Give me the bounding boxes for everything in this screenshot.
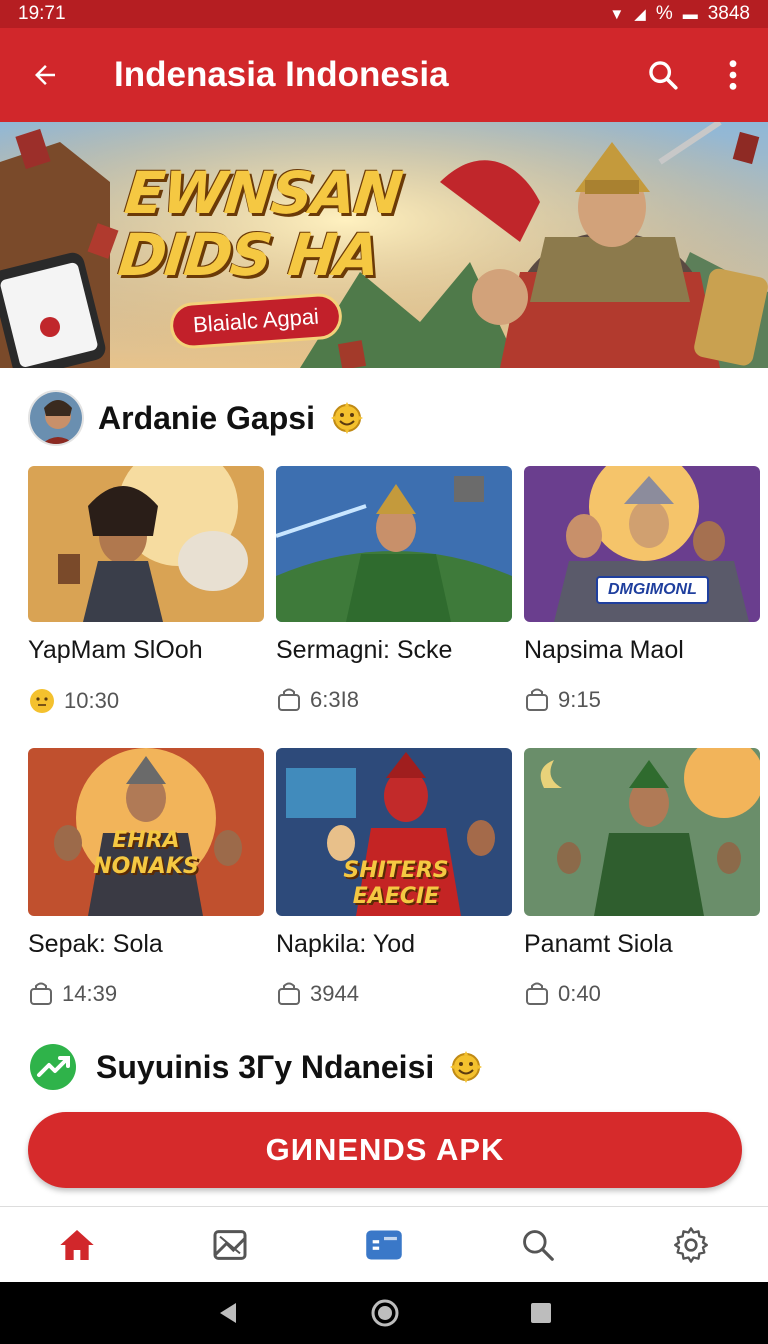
status-bar: 19:71 ▼ ◢ % ▬ 3848 — [0, 0, 768, 28]
home-icon — [60, 1229, 94, 1260]
card-row-2: EHRA NONAKS Sepak: Sola 14:39 SHITERS EA… — [28, 748, 760, 1007]
card-thumbnail — [276, 466, 512, 622]
bag-icon — [278, 982, 300, 1005]
emoji-icon — [30, 689, 54, 713]
status-icons: ▼ ◢ % ▬ 3848 — [609, 3, 750, 25]
card-title: Sepak: Sola — [28, 930, 163, 958]
hero-banner[interactable]: EWNSAN DIDS HA Blaialc Agpai — [0, 122, 768, 368]
bag-icon — [30, 982, 52, 1005]
status-time: 19:71 — [18, 3, 66, 24]
app-bar: Indenasia Indonesia — [0, 28, 768, 122]
banner-headline-line1: EWNSAN — [121, 159, 405, 227]
nav-media[interactable] — [344, 1215, 424, 1275]
search-icon — [522, 1229, 554, 1261]
battery-percent: % — [655, 3, 673, 24]
back-button[interactable] — [0, 28, 90, 122]
card-meta: 0:40 — [524, 981, 760, 1007]
card-meta-value: 0:40 — [558, 981, 601, 1006]
home-circle-icon[interactable] — [371, 1299, 399, 1327]
recents-square-icon[interactable] — [530, 1302, 552, 1324]
section-title-1: Ardanie Gapsi — [98, 399, 315, 436]
game-card[interactable]: SHITERS EAECIE Napkila: Yod 3944 — [276, 748, 512, 1007]
page-title: Indenasia Indonesia — [114, 55, 449, 94]
nav-settings[interactable] — [651, 1215, 731, 1275]
media-icon — [366, 1229, 402, 1260]
section-header-2: Suyuinis 3Гy Ndaneisi — [28, 1042, 484, 1092]
card-title: Napkila: Yod — [276, 930, 416, 958]
settings-icon — [674, 1226, 709, 1263]
nav-search[interactable] — [498, 1215, 578, 1275]
system-navigation — [0, 1282, 768, 1344]
card-overlay-text: SHITERS EAECIE — [343, 858, 449, 909]
card-thumbnail — [524, 748, 760, 916]
card-title: Panamt Siola — [524, 930, 673, 958]
card-row-1: YapMam SlOoh 10:30 Sermagni: Scke 6:3I8 … — [28, 466, 760, 715]
search-icon — [649, 61, 678, 90]
download-apk-button[interactable]: GИNENDS APK — [28, 1112, 742, 1188]
card-meta-value: 3944 — [310, 981, 359, 1006]
card-meta-value: 14:39 — [62, 981, 118, 1006]
section-header-1: Ardanie Gapsi — [28, 390, 365, 446]
card-meta-value: 10:30 — [64, 688, 120, 713]
card-meta: 6:3I8 — [276, 687, 512, 713]
trending-icon — [30, 1044, 76, 1090]
nav-gallery[interactable] — [190, 1215, 270, 1275]
card-thumbnail: DMGIMONL — [524, 466, 760, 622]
banner-headline: EWNSAN DIDS HA — [115, 159, 405, 289]
card-meta: 10:30 — [28, 687, 264, 715]
card-thumbnail: EHRA NONAKS — [28, 748, 264, 916]
card-meta: 9:15 — [524, 687, 760, 713]
card-overlay-text: EHRA NONAKS — [93, 828, 199, 879]
card-title: Sermagni: Scke — [276, 636, 453, 664]
bag-icon — [278, 688, 300, 711]
card-meta: 3944 — [276, 981, 512, 1007]
game-card[interactable]: Panamt Siola 0:40 — [524, 748, 760, 1007]
card-meta: 14:39 — [28, 981, 264, 1007]
game-card[interactable]: YapMam SlOoh 10:30 — [28, 466, 264, 715]
card-title: Napsima Maol — [524, 636, 684, 664]
smiley-emoji-icon — [330, 402, 363, 434]
smiley-emoji-icon — [450, 1051, 483, 1083]
card-thumbnail: SHITERS EAECIE — [276, 748, 512, 916]
avatar — [28, 390, 84, 446]
nav-home[interactable] — [37, 1215, 117, 1275]
game-card[interactable]: EHRA NONAKS Sepak: Sola 14:39 — [28, 748, 264, 1007]
battery-icon: ▬ — [682, 5, 698, 23]
more-vert-icon — [729, 60, 737, 90]
status-right-text: 3848 — [707, 3, 750, 24]
card-thumbnail — [28, 466, 264, 622]
section-title-2: Suyuinis 3Гy Ndaneisi — [96, 1048, 435, 1085]
card-title: YapMam SlOoh — [28, 636, 203, 664]
banner-headline-line2: DIDS HA — [115, 221, 382, 289]
card-badge: DMGIMONL — [596, 576, 709, 604]
bag-icon — [526, 982, 548, 1005]
bottom-navigation — [0, 1206, 768, 1282]
game-card[interactable]: Sermagni: Scke 6:3I8 — [276, 466, 512, 715]
bag-icon — [526, 688, 548, 711]
game-card[interactable]: DMGIMONL Napsima Maol 9:15 — [524, 466, 760, 715]
card-meta-value: 9:15 — [558, 687, 601, 712]
more-menu-button[interactable] — [698, 28, 768, 122]
search-button[interactable] — [628, 28, 698, 122]
back-triangle-icon[interactable] — [216, 1301, 240, 1325]
wifi-icon: ▼ — [609, 5, 625, 23]
signal-icon: ◢ — [634, 6, 646, 23]
gallery-icon — [213, 1229, 247, 1260]
card-meta-value: 6:3I8 — [310, 687, 359, 712]
back-arrow-icon — [35, 65, 55, 85]
